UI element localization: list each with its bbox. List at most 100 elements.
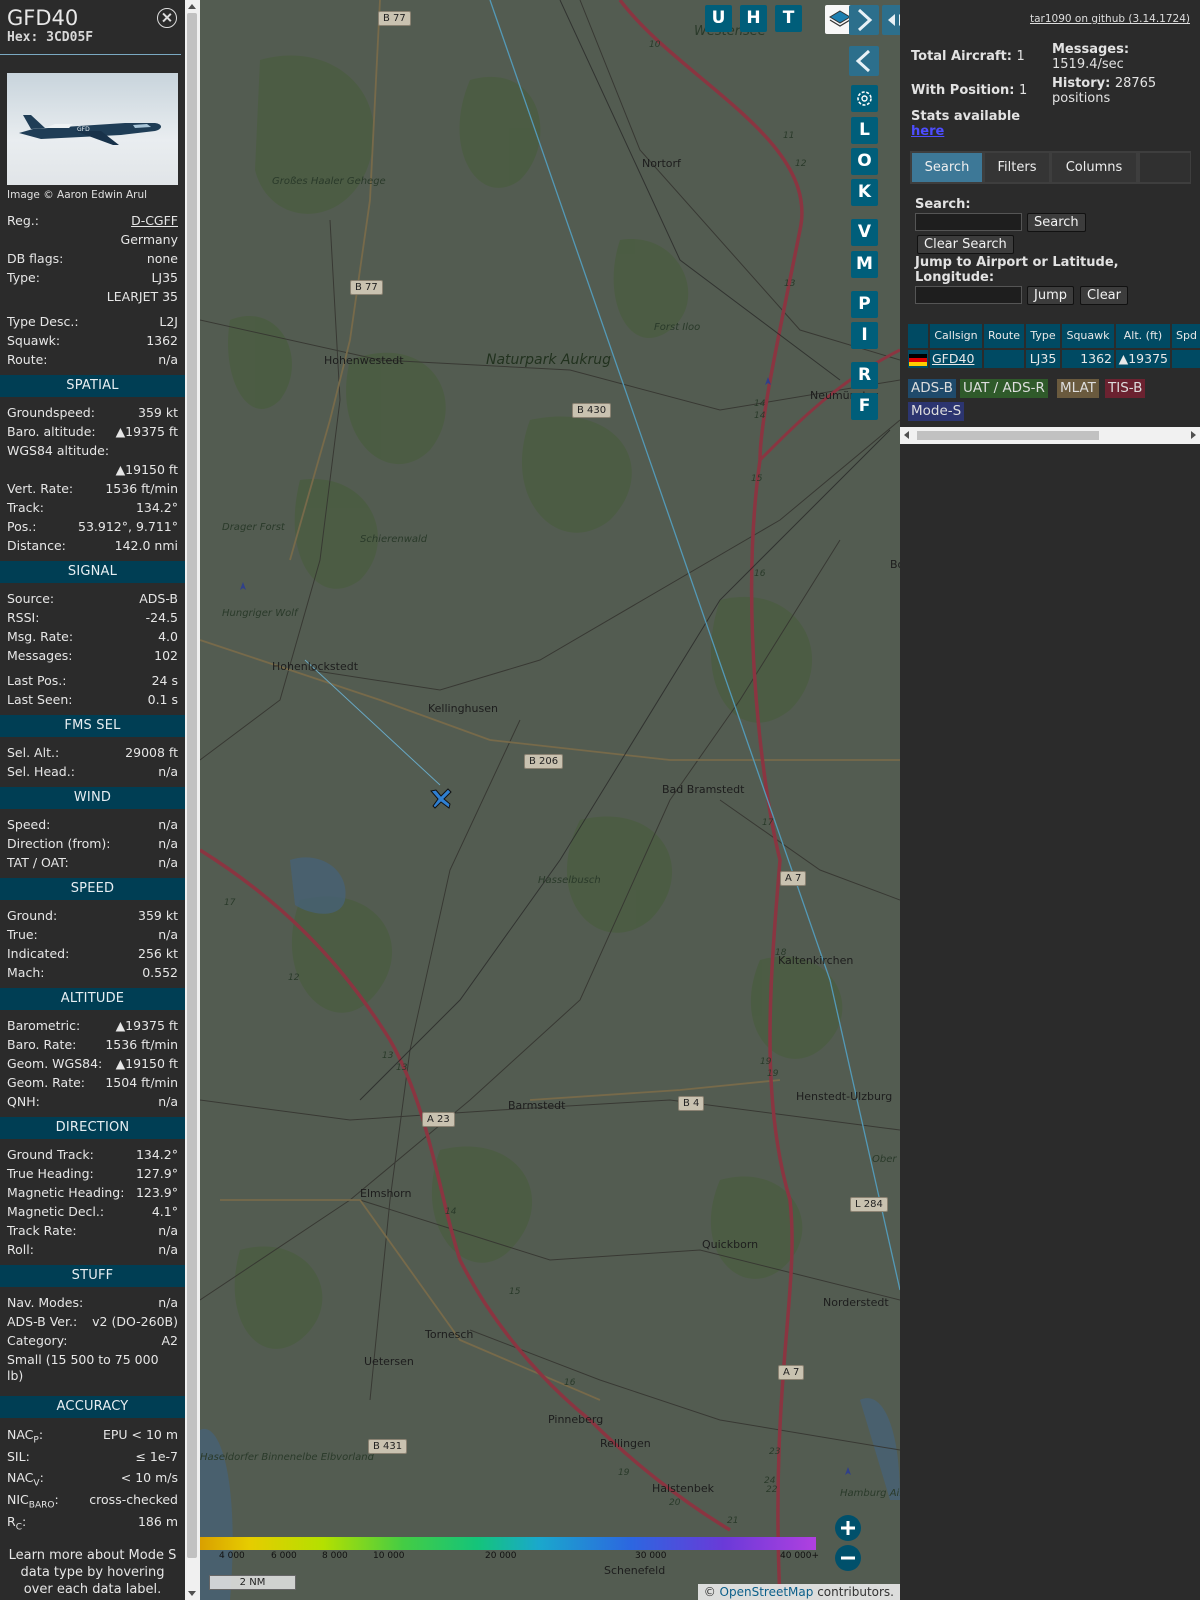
stats-here-link[interactable]: here: [911, 124, 944, 139]
mag-decl-value: 4.1°: [151, 1204, 178, 1219]
aircraft-marker-icon[interactable]: [428, 786, 454, 812]
altitude-color-legend: [200, 1537, 816, 1550]
table-row-callsign[interactable]: GFD40: [930, 350, 982, 368]
category-row: Category: A2: [0, 1331, 185, 1350]
sidebar-scrollbar[interactable]: [185, 0, 200, 1600]
column-header-speed[interactable]: Spd: [1172, 324, 1200, 348]
scroll-thumb[interactable]: [187, 13, 197, 1558]
scroll-left-icon[interactable]: [904, 431, 909, 439]
hex-label: Hex:: [7, 30, 39, 45]
toggle-i-button[interactable]: I: [851, 322, 878, 349]
last-seen-label: Last Seen:: [7, 692, 73, 707]
sel-alt-label: Sel. Alt.:: [7, 745, 60, 760]
true-heading-value: 127.9°: [135, 1166, 178, 1181]
track-label: Track:: [7, 500, 44, 515]
qnh-value: n/a: [158, 1094, 178, 1109]
wind-dir-value: n/a: [158, 836, 178, 851]
total-aircraft: Total Aircraft: 1: [911, 49, 1025, 64]
source-chip-mlat[interactable]: MLAT: [1057, 379, 1099, 398]
table-row-speed[interactable]: [1172, 350, 1200, 368]
road-shield: A 7: [780, 871, 807, 886]
column-header-squawk[interactable]: Squawk: [1062, 324, 1114, 348]
toggle-m-button[interactable]: M: [851, 251, 878, 278]
km-marker: 21: [727, 1516, 739, 1526]
close-icon[interactable]: [157, 8, 177, 28]
section-wind: WIND: [0, 787, 185, 809]
toggle-p-button[interactable]: P: [851, 291, 878, 318]
km-marker: 18: [775, 948, 787, 958]
toggle-r-button[interactable]: R: [851, 362, 878, 389]
column-header-type[interactable]: Type: [1026, 324, 1060, 348]
previous-aircraft-button[interactable]: [849, 46, 879, 76]
toggle-v-button[interactable]: V: [851, 219, 878, 246]
km-marker: 20: [669, 1498, 681, 1508]
registration-link[interactable]: D-CGFF: [131, 211, 178, 230]
source-chip-tisb[interactable]: TIS-B: [1105, 379, 1146, 398]
mag-heading-label: Magnetic Heading:: [7, 1185, 125, 1200]
toggle-u-button[interactable]: U: [705, 5, 732, 32]
source-chip-adsb[interactable]: ADS-B: [908, 379, 956, 398]
road-shield: B 77: [378, 11, 411, 26]
last-pos-value: 24 s: [151, 673, 178, 688]
place-label: Bo: [890, 558, 900, 571]
table-row-flag[interactable]: [908, 350, 928, 368]
source-chip-modes[interactable]: Mode-S: [908, 402, 965, 421]
typedesc-row: Type Desc.: L2J: [0, 312, 185, 331]
jump-input[interactable]: [915, 286, 1022, 304]
legend-tick: 20 000: [485, 1551, 517, 1561]
tab-search[interactable]: Search: [912, 153, 982, 182]
scroll-up-icon[interactable]: [188, 4, 196, 9]
roll-row: Roll: n/a: [0, 1240, 185, 1259]
table-row-altitude[interactable]: ▲19375: [1116, 350, 1170, 368]
github-link[interactable]: tar1090 on github (3.14.1724): [1030, 13, 1190, 25]
zoom-in-button[interactable]: [835, 1515, 861, 1541]
column-header-flag[interactable]: [908, 324, 928, 348]
km-marker: 14: [445, 1207, 457, 1217]
photo-credit: Image © Aaron Edwin Arul: [7, 189, 148, 201]
table-row-route[interactable]: [984, 350, 1024, 368]
true-speed-value: n/a: [158, 927, 178, 942]
with-position: With Position: 1: [911, 83, 1028, 98]
search-button[interactable]: Search: [1027, 213, 1086, 232]
type-row: Type: LJ35: [0, 268, 185, 287]
sel-head-value: n/a: [158, 764, 178, 779]
horizontal-scroll-thumb[interactable]: [917, 431, 1099, 440]
clear-button[interactable]: Clear: [1080, 286, 1128, 305]
search-input[interactable]: [915, 213, 1022, 231]
nacp-label: NACP:: [7, 1427, 44, 1446]
true-speed-label: True:: [7, 927, 38, 942]
table-row-squawk[interactable]: 1362: [1062, 350, 1114, 368]
toggle-f-button[interactable]: F: [851, 393, 878, 420]
column-header-route[interactable]: Route: [984, 324, 1024, 348]
column-header-callsign[interactable]: Callsign: [930, 324, 982, 348]
table-row-type[interactable]: LJ35: [1026, 350, 1060, 368]
jump-button[interactable]: Jump: [1027, 286, 1074, 305]
expand-panel-button[interactable]: [882, 5, 900, 35]
table-horizontal-scrollbar[interactable]: [900, 427, 1200, 444]
osm-link[interactable]: OpenStreetMap: [720, 1585, 814, 1599]
source-chip-uat[interactable]: UAT / ADS-R: [960, 379, 1048, 398]
stats-available: Stats available here: [911, 109, 1021, 139]
km-marker: 14: [754, 411, 766, 421]
scroll-right-icon[interactable]: [1191, 431, 1196, 439]
toggle-h-button[interactable]: H: [740, 5, 767, 32]
tab-filters[interactable]: Filters: [985, 153, 1049, 182]
nacp-row: NACP: EPU < 10 m: [0, 1424, 185, 1446]
toggle-k-button[interactable]: K: [851, 179, 878, 206]
toggle-t-button[interactable]: T: [775, 5, 802, 32]
column-header-altitude[interactable]: Alt. (ft): [1116, 324, 1170, 348]
scroll-down-icon[interactable]: [188, 1591, 196, 1596]
toggle-o-button[interactable]: O: [851, 148, 878, 175]
toggle-l-button[interactable]: L: [851, 117, 878, 144]
clear-search-button[interactable]: Clear Search: [917, 235, 1014, 254]
nacp-value: EPU < 10 m: [102, 1427, 178, 1442]
zoom-out-button[interactable]: [835, 1545, 861, 1571]
collapse-sidebar-button[interactable]: [849, 5, 879, 35]
aircraft-info-sidebar: GFD40 Hex: 3CD05F GFD Image © Aaron Edwi…: [0, 0, 185, 1600]
settings-button[interactable]: [851, 85, 878, 112]
map-view[interactable]: Westensee Nortorf Großes Haaler Gehege H…: [200, 0, 900, 1600]
baro-alt-row: Baro. altitude: ▲19375 ft: [0, 422, 185, 441]
km-marker: 24: [764, 1476, 776, 1486]
tab-columns[interactable]: Columns: [1052, 153, 1136, 182]
aircraft-photo[interactable]: GFD: [7, 73, 178, 185]
